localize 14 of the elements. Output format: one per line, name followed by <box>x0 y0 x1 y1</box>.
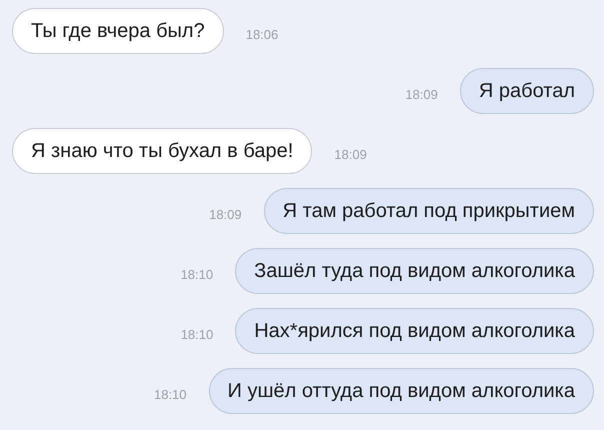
outgoing-message: Зашёл туда под видом алкоголика <box>235 248 594 294</box>
outgoing-message: Нах*ярился под видом алкоголика <box>235 308 594 354</box>
message-time: 18:10 <box>180 266 214 282</box>
message-time: 18:10 <box>180 326 214 342</box>
incoming-message: Ты где вчера был? <box>12 8 224 54</box>
incoming-message: Я знаю что ты бухал в баре! <box>12 128 312 174</box>
outgoing-message: И ушёл оттуда под видом алкоголика <box>208 368 594 414</box>
message-time: 18:06 <box>246 26 278 42</box>
message-time: 18:09 <box>209 206 242 222</box>
message-time: 18:09 <box>405 86 438 102</box>
message-time: 18:10 <box>154 386 187 402</box>
outgoing-message: Я работал <box>460 68 594 114</box>
message-time: 18:09 <box>334 146 367 162</box>
outgoing-message: Я там работал под прикрытием <box>264 188 594 234</box>
